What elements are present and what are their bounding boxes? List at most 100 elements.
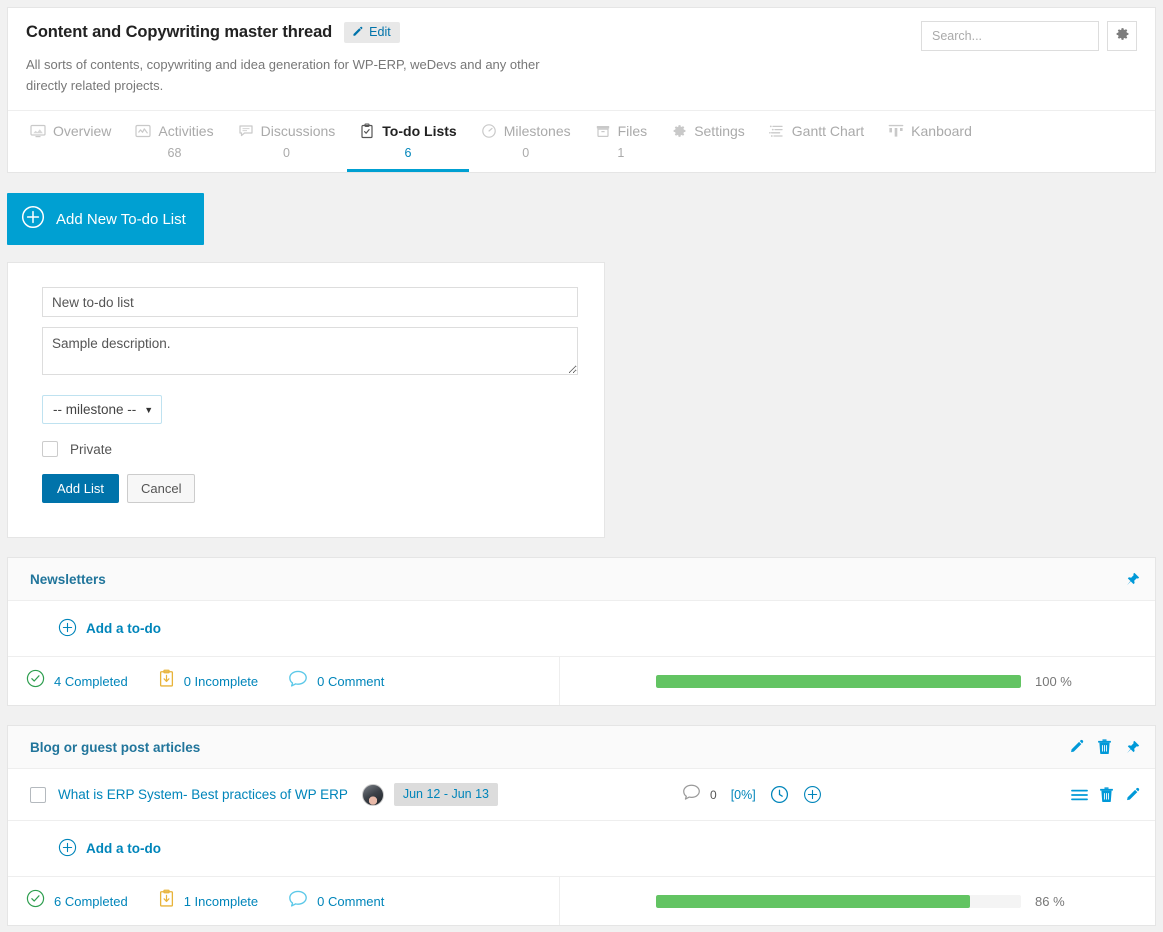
pin-icon[interactable]	[1124, 739, 1141, 756]
progress-track	[656, 894, 1021, 908]
tab-discussions[interactable]: Discussions 0	[226, 111, 348, 172]
edit-project-button[interactable]: Edit	[344, 22, 400, 43]
todo-list-title[interactable]: Blog or guest post articles	[30, 740, 200, 755]
incomplete-stat: 0 Incomplete	[158, 669, 258, 693]
todo-list-stats: 6 Completed 1 Incomplete 0 Comment	[26, 889, 384, 913]
progress-label: 86 %	[1035, 893, 1065, 909]
comment-stat: 0 Comment	[288, 669, 384, 693]
add-todo-row: Add a to-do	[8, 601, 1155, 658]
todo-date-range[interactable]: Jun 12 - Jun 13	[393, 783, 499, 807]
private-label: Private	[70, 441, 113, 457]
activity-icon	[135, 123, 151, 139]
list-description-input[interactable]	[42, 327, 578, 376]
project-description: All sorts of contents, copywriting and i…	[26, 57, 540, 94]
menu-icon[interactable]	[1071, 788, 1088, 802]
gear-icon	[671, 123, 687, 139]
todo-list-header: Newsletters	[8, 558, 1155, 602]
project-header-card: Content and Copywriting master thread Ed…	[7, 7, 1156, 174]
plus-circle-icon[interactable]	[803, 785, 822, 804]
add-todo-row: Add a to-do	[8, 821, 1155, 878]
add-list-submit-button[interactable]: Add List	[42, 474, 119, 504]
check-circle-icon	[26, 669, 45, 693]
completed-stat: 6 Completed	[26, 889, 128, 913]
tab-files-label: Files	[617, 123, 648, 140]
tab-discussions-count: 0	[282, 146, 290, 161]
tab-milestones[interactable]: Milestones 0	[469, 111, 583, 172]
progress-fill	[656, 894, 970, 908]
comment-bubble-icon	[288, 889, 308, 913]
plus-circle-icon	[58, 618, 77, 640]
chevron-down-icon: ▼	[144, 404, 154, 415]
incomplete-count-label: 0 Incomplete	[183, 673, 259, 689]
todo-lists-page: Content and Copywriting master thread Ed…	[0, 7, 1163, 927]
project-header-top: Content and Copywriting master thread Ed…	[8, 8, 1155, 110]
gantt-icon	[768, 123, 785, 139]
todo-list-footer: 4 Completed 0 Incomplete 0 Comment 100 %	[8, 657, 1155, 706]
todo-list-title[interactable]: Newsletters	[30, 572, 106, 587]
todo-list-header-actions	[1069, 739, 1141, 756]
tab-todo-lists[interactable]: To-do Lists 6	[347, 111, 470, 173]
tab-todo-lists-label: To-do Lists	[382, 123, 457, 140]
tab-settings[interactable]: Settings	[659, 111, 757, 172]
milestone-select-value: -- milestone --	[53, 402, 137, 418]
todo-comment-count: 0	[710, 787, 717, 802]
tab-settings-label: Settings	[694, 123, 745, 140]
tab-overview-label: Overview	[53, 123, 112, 140]
todo-checkbox[interactable]	[30, 786, 46, 803]
plus-circle-icon	[21, 205, 45, 233]
tab-kanboard-label: Kanboard	[911, 123, 972, 140]
tab-todo-lists-count: 6	[404, 146, 412, 161]
private-checkbox[interactable]	[42, 441, 58, 458]
comment-bubble-icon	[682, 783, 701, 806]
pin-icon[interactable]	[1124, 571, 1141, 588]
tab-activities-label: Activities	[158, 123, 214, 140]
trash-icon[interactable]	[1099, 786, 1114, 803]
todo-list-progress: 100 %	[559, 657, 1137, 706]
cancel-button[interactable]: Cancel	[126, 474, 196, 504]
tab-files-count: 1	[617, 146, 625, 161]
pencil-icon	[351, 26, 364, 39]
add-new-list-toolbar: Add New To-do List	[0, 173, 1163, 246]
clipboard-check-icon	[359, 123, 375, 139]
tab-gantt-chart[interactable]: Gantt Chart	[757, 111, 876, 172]
new-todo-list-form: -- milestone -- ▼ Private Add List Cance…	[7, 262, 605, 539]
clipboard-down-icon	[158, 889, 175, 913]
add-a-todo-button[interactable]: Add a to-do	[58, 838, 161, 860]
comment-count-label: 0 Comment	[317, 893, 385, 909]
tab-kanboard[interactable]: Kanboard	[876, 111, 984, 172]
milestone-select[interactable]: -- milestone -- ▼	[42, 395, 163, 425]
tab-activities-count: 68	[167, 146, 182, 161]
monitor-icon	[30, 123, 46, 139]
todo-item-title[interactable]: What is ERP System- Best practices of WP…	[58, 787, 348, 802]
list-name-input[interactable]	[42, 287, 578, 318]
incomplete-stat: 1 Incomplete	[158, 889, 258, 913]
tab-activities[interactable]: Activities 68	[123, 111, 225, 172]
comment-stat: 0 Comment	[288, 889, 384, 913]
private-row: Private	[42, 441, 570, 458]
pencil-icon[interactable]	[1125, 787, 1141, 803]
tab-overview[interactable]: Overview	[18, 111, 123, 172]
add-new-todo-list-label: Add New To-do List	[56, 210, 186, 228]
plus-circle-icon	[58, 838, 77, 860]
todo-list-card: Newsletters Add a to-do 4 Completed 0 In…	[7, 557, 1156, 707]
tab-milestones-count: 0	[522, 146, 530, 161]
clipboard-down-icon	[158, 669, 175, 693]
completed-count-label: 6 Completed	[54, 893, 128, 909]
add-new-todo-list-button[interactable]: Add New To-do List	[7, 193, 204, 246]
todo-comment-stat[interactable]: 0	[682, 783, 717, 806]
add-a-todo-label: Add a to-do	[86, 841, 161, 857]
add-a-todo-button[interactable]: Add a to-do	[58, 618, 161, 640]
edit-project-label: Edit	[369, 25, 391, 39]
progress-track	[656, 674, 1021, 688]
tab-files[interactable]: Files 1	[583, 111, 660, 172]
form-button-row: Add List Cancel	[42, 474, 570, 504]
project-settings-button[interactable]	[1107, 21, 1137, 51]
search-input[interactable]	[921, 21, 1099, 51]
todo-percent-tag[interactable]: [0%]	[731, 788, 756, 802]
trash-icon[interactable]	[1097, 739, 1112, 755]
clock-icon[interactable]	[770, 785, 789, 804]
pencil-icon[interactable]	[1069, 739, 1085, 755]
todo-list-stats: 4 Completed 0 Incomplete 0 Comment	[26, 669, 384, 693]
todo-list-progress: 86 %	[559, 877, 1137, 926]
todo-row-actions	[1071, 786, 1141, 803]
